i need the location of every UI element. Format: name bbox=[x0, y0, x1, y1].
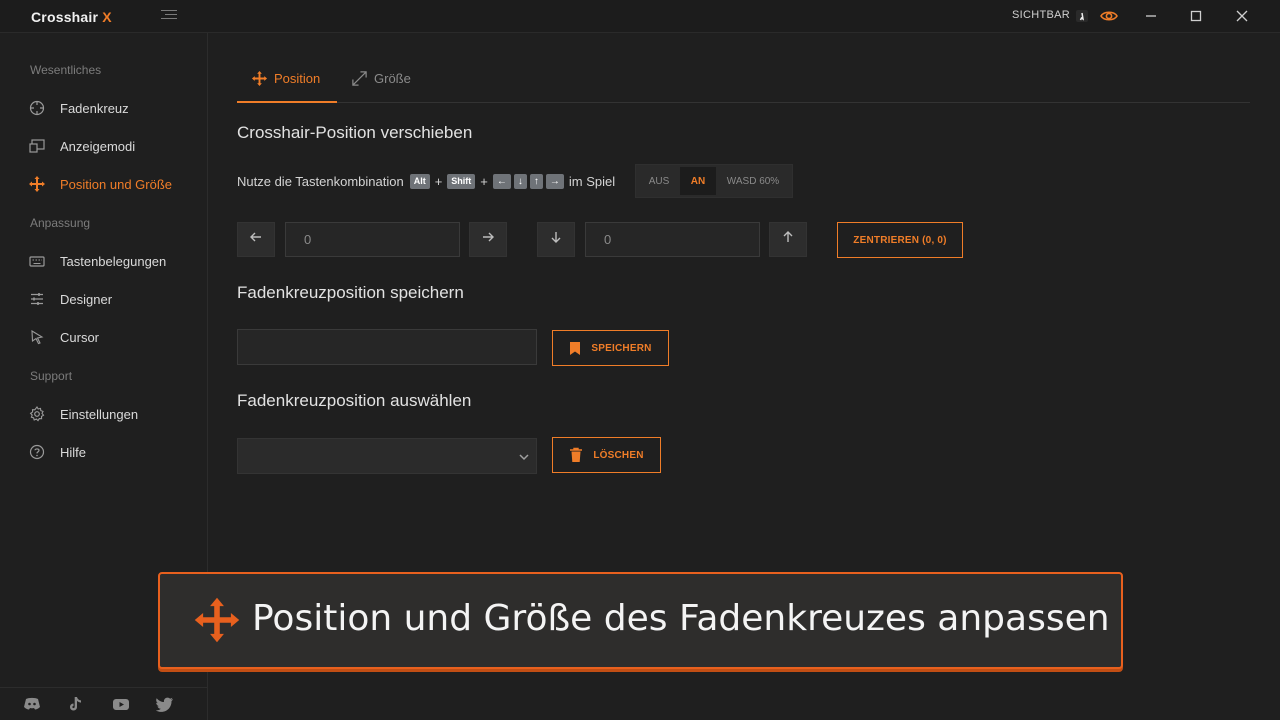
tiktok-icon[interactable] bbox=[67, 696, 85, 712]
arrow-right-icon bbox=[481, 230, 495, 249]
sidebar-item-label: Fadenkreuz bbox=[60, 100, 129, 116]
save-button[interactable]: SPEICHERN bbox=[552, 330, 669, 366]
eye-icon[interactable] bbox=[1100, 8, 1118, 24]
sidebar-item-hilfe[interactable]: Hilfe bbox=[28, 440, 203, 464]
sidebar-item-label: Hilfe bbox=[60, 444, 87, 460]
sidebar-item-tastenbelegungen[interactable]: Tastenbelegungen bbox=[28, 249, 203, 273]
social-links bbox=[0, 687, 208, 720]
app-title-main: Crosshair bbox=[31, 9, 99, 25]
delete-button-label: LÖSCHEN bbox=[593, 449, 644, 461]
youtube-icon[interactable] bbox=[112, 696, 130, 712]
select-section-title: Fadenkreuzposition auswählen bbox=[237, 391, 472, 410]
sidebar-item-label: Designer bbox=[60, 291, 113, 307]
arrow-down-icon bbox=[549, 230, 563, 249]
close-icon[interactable] bbox=[1234, 8, 1250, 24]
move-icon bbox=[250, 69, 268, 87]
tab-bar: Position Größe bbox=[237, 55, 1250, 103]
hint-suffix: im Spiel bbox=[568, 173, 616, 189]
mode-aus-button[interactable]: AUS bbox=[638, 167, 680, 195]
mode-wasd-button[interactable]: WASD 60% bbox=[716, 167, 790, 195]
tab-groesse-label: Größe bbox=[374, 71, 411, 86]
x-position-input[interactable] bbox=[285, 222, 460, 257]
sidebar-section-wesentliches: Wesentliches bbox=[30, 63, 102, 77]
sidebar-item-cursor[interactable]: Cursor bbox=[28, 325, 203, 349]
arrow-up-icon bbox=[781, 230, 795, 249]
tab-groesse[interactable]: Größe bbox=[350, 55, 430, 102]
delete-button[interactable]: LÖSCHEN bbox=[552, 437, 661, 473]
twitter-icon[interactable] bbox=[155, 696, 174, 712]
feature-banner: Position und Größe des Fadenkreuzes anpa… bbox=[158, 572, 1123, 669]
maximize-icon[interactable] bbox=[1188, 8, 1204, 24]
sliders-icon bbox=[28, 290, 46, 308]
app-title-accent: X bbox=[102, 9, 112, 25]
hint-prefix: Nutze die Tastenkombination bbox=[237, 173, 404, 189]
sidebar-item-fadenkreuz[interactable]: Fadenkreuz bbox=[28, 96, 203, 120]
sidebar-section-support: Support bbox=[30, 369, 73, 383]
key-alt: Alt bbox=[409, 173, 430, 189]
menu-icon[interactable] bbox=[161, 10, 177, 24]
plus-sign: + bbox=[480, 173, 488, 189]
y-position-input[interactable] bbox=[585, 222, 760, 257]
monitor-icon bbox=[28, 137, 46, 155]
move-down-button[interactable] bbox=[537, 222, 575, 257]
position-name-input[interactable] bbox=[237, 329, 537, 365]
sidebar-item-einstellungen[interactable]: Einstellungen bbox=[28, 402, 203, 426]
sidebar-item-designer[interactable]: Designer bbox=[28, 287, 203, 311]
visibility-toggle-icon[interactable] bbox=[1074, 8, 1090, 24]
key-arrow-up: ↑ bbox=[529, 173, 543, 189]
key-arrow-left: ← bbox=[492, 173, 511, 189]
title-bar: Crosshair X SICHTBAR bbox=[0, 0, 1280, 33]
cursor-icon bbox=[28, 328, 46, 346]
mode-an-button[interactable]: AN bbox=[680, 167, 716, 195]
trash-icon bbox=[569, 447, 583, 463]
sidebar-item-label: Einstellungen bbox=[60, 406, 139, 422]
gear-icon bbox=[28, 405, 46, 423]
visibility-label: SICHTBAR bbox=[1012, 9, 1071, 21]
key-arrow-down: ↓ bbox=[513, 173, 527, 189]
move-section-title: Crosshair-Position verschieben bbox=[237, 123, 473, 142]
save-button-label: SPEICHERN bbox=[591, 342, 652, 354]
minimize-icon[interactable] bbox=[1143, 8, 1159, 24]
move-icon bbox=[192, 595, 242, 645]
sidebar-section-anpassung: Anpassung bbox=[30, 216, 91, 230]
key-shift: Shift bbox=[447, 173, 476, 189]
tab-position[interactable]: Position bbox=[237, 55, 337, 103]
bookmark-icon bbox=[569, 341, 581, 356]
app-title: Crosshair X bbox=[31, 9, 112, 25]
move-right-button[interactable] bbox=[469, 222, 507, 257]
chevron-down-icon bbox=[518, 450, 530, 468]
sidebar-item-label: Tastenbelegungen bbox=[60, 253, 167, 269]
banner-text: Position und Größe des Fadenkreuzes anpa… bbox=[252, 598, 1110, 639]
shortcut-mode-toggle: AUS AN WASD 60% bbox=[635, 164, 793, 198]
resize-icon bbox=[350, 70, 368, 88]
shortcut-hint: Nutze die Tastenkombination Alt + Shift … bbox=[237, 172, 615, 190]
key-arrow-right: → bbox=[545, 173, 564, 189]
keyboard-icon bbox=[28, 252, 46, 270]
arrow-left-icon bbox=[249, 230, 263, 249]
discord-icon[interactable] bbox=[23, 696, 41, 712]
tab-position-label: Position bbox=[274, 70, 321, 86]
sidebar-item-label: Cursor bbox=[60, 329, 100, 345]
crosshair-icon bbox=[28, 99, 46, 117]
move-left-button[interactable] bbox=[237, 222, 275, 257]
position-select[interactable] bbox=[237, 438, 537, 474]
sidebar-item-label: Position und Größe bbox=[60, 176, 173, 192]
sidebar-item-position-groesse[interactable]: Position und Größe bbox=[28, 172, 203, 196]
sidebar-item-label: Anzeigemodi bbox=[60, 138, 136, 154]
sidebar-item-anzeigemodi[interactable]: Anzeigemodi bbox=[28, 134, 203, 158]
move-icon bbox=[28, 175, 46, 193]
plus-sign: + bbox=[434, 173, 443, 189]
center-button[interactable]: ZENTRIEREN (0, 0) bbox=[837, 222, 963, 258]
move-up-button[interactable] bbox=[769, 222, 807, 257]
save-section-title: Fadenkreuzposition speichern bbox=[237, 283, 464, 302]
help-icon bbox=[28, 443, 46, 461]
